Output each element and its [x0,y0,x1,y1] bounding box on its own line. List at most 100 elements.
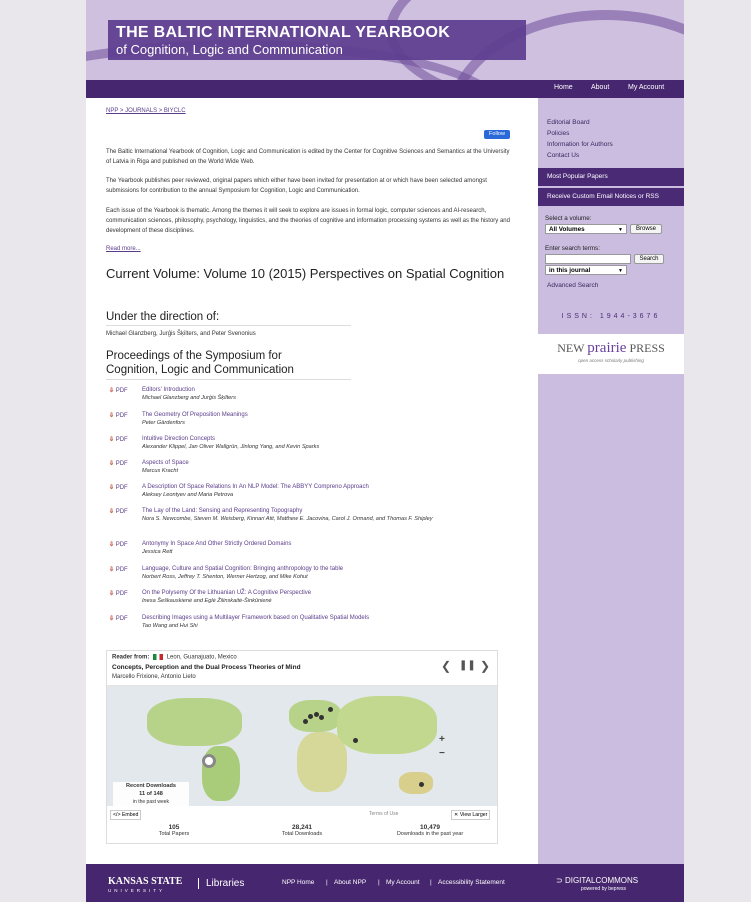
editors-list: Michael Glanzberg, Jurģis Šķilters, and … [106,331,256,337]
zoom-out-icon[interactable]: − [439,748,445,759]
current-download-title[interactable]: Concepts, Perception and the Dual Proces… [112,664,301,671]
intro-paragraph-1: The Baltic International Yearbook of Cog… [106,149,510,165]
paper-title-link[interactable]: Language, Culture and Spatial Cognition:… [142,566,343,572]
pdf-link[interactable]: ⇩ PDF [109,412,128,419]
widget-header: Reader from: Leon, Guanajuato, Mexico Co… [107,651,497,686]
north-america-landmass [147,698,242,746]
new-prairie-press-logo[interactable]: NEW prairie PRESS open access scholarly … [538,334,684,374]
sidebar-link-policies[interactable]: Policies [547,130,569,137]
intro-paragraph-3: Each issue of the Yearbook is thematic. … [106,208,510,234]
paper-title-link[interactable]: The Lay of the Land: Sensing and Represe… [142,508,302,514]
paper-title-link[interactable]: A Description Of Space Relations In An N… [142,484,369,490]
world-map[interactable]: + − Recent Downloads 11 of 148 in the pa… [107,686,497,806]
recent-downloads-sub: in the past week [132,799,170,805]
pdf-icon: ⇩ [109,413,115,419]
previous-icon[interactable]: ❮ [441,659,451,673]
paper-authors: Tao Wang and Hui Shi [142,623,198,629]
advanced-search-link[interactable]: Advanced Search [547,282,598,289]
pdf-label: PDF [115,388,128,394]
volume-select-value: All Volumes [549,226,585,233]
paper-title-link[interactable]: Aspects of Space [142,460,189,466]
paper-authors: Inesa Šeškauskienė and Eglė Žilinskaitė-… [142,598,272,604]
search-scope-select[interactable]: in this journal ▼ [545,265,627,275]
pdf-link[interactable]: ⇩ PDF [109,615,128,622]
reader-location: Leon, Guanajuato, Mexico [166,654,237,661]
npp-word-prairie: prairie [587,340,627,356]
footer-separator: | [430,879,432,886]
paper-authors: Marcus Kracht [142,468,179,474]
widget-footer: </> Embed Terms of Use ✕ View Larger 105… [107,808,497,843]
footer-link-accessibility[interactable]: Accessibility Statement [438,879,505,886]
paper-title-link[interactable]: Describing Images using a Multilayer Fra… [142,615,369,621]
search-button[interactable]: Search [634,254,664,264]
asia-landmass [337,696,437,754]
pdf-link[interactable]: ⇩ PDF [109,484,128,491]
nav-about[interactable]: About [591,84,609,91]
pdf-link[interactable]: ⇩ PDF [109,460,128,467]
paper-title-link[interactable]: On the Polysemy Of the Lithuanian UŽ: A … [142,590,311,596]
terms-of-use-link[interactable]: Terms of Use [369,811,398,817]
read-more-link[interactable]: Read more... [106,246,141,252]
digital-commons-logo[interactable]: ⊃ DIGITALCOMMONS [556,876,638,885]
npp-word-new: NEW [557,341,588,355]
stat-value: 28,241 [292,824,312,831]
next-icon[interactable]: ❯ [480,659,490,673]
most-popular-link[interactable]: Most Popular Papers [538,168,684,186]
pdf-label: PDF [115,567,128,573]
embed-button[interactable]: </> Embed [110,810,142,820]
footer-link-my-account[interactable]: My Account [386,879,420,886]
view-larger-button[interactable]: ✕ View Larger [451,810,491,820]
download-dot [308,714,313,719]
download-dot [419,782,424,787]
journal-banner[interactable]: THE BALTIC INTERNATIONAL YEARBOOK of Cog… [86,0,684,80]
footer-separator: | [378,879,380,886]
email-notices-link[interactable]: Receive Custom Email Notices or RSS [538,188,684,206]
libraries-link[interactable]: Libraries [198,878,244,889]
search-input[interactable] [545,254,631,264]
npp-tagline: open access scholarly publishing [578,358,644,363]
pdf-link[interactable]: ⇩ PDF [109,436,128,443]
follow-button[interactable]: Follow [484,130,510,139]
current-volume-heading: Current Volume: Volume 10 (2015) Perspec… [106,266,505,281]
sidebar: Editorial Board Policies Information for… [538,98,684,864]
recent-downloads-box: Recent Downloads 11 of 148 in the past w… [113,782,189,806]
paper-title-link[interactable]: Intuitive Direction Concepts [142,436,215,442]
paper-authors: Aleksey Leontyev and Maria Petrova [142,492,234,498]
footer-link-npp-home[interactable]: NPP Home [282,879,314,886]
paper-title-link[interactable]: Antonymy In Space And Other Strictly Ord… [142,541,291,547]
sidebar-link-authors[interactable]: Information for Authors [547,141,613,148]
pdf-link[interactable]: ⇩ PDF [109,566,128,573]
sidebar-link-contact[interactable]: Contact Us [547,152,579,159]
banner-title: THE BALTIC INTERNATIONAL YEARBOOK [116,24,451,41]
pdf-link[interactable]: ⇩ PDF [109,387,128,394]
pdf-icon: ⇩ [109,542,115,548]
pdf-icon: ⇩ [109,461,115,467]
paper-title-link[interactable]: Editors' Introduction [142,387,195,393]
pdf-icon: ⇩ [109,485,115,491]
npp-word-press: PRESS [626,341,665,355]
nav-my-account[interactable]: My Account [628,84,664,91]
pdf-link[interactable]: ⇩ PDF [109,541,128,548]
nav-home[interactable]: Home [554,84,573,91]
page: THE BALTIC INTERNATIONAL YEARBOOK of Cog… [86,0,684,902]
ksu-logo[interactable]: KANSAS STATE [108,876,182,887]
sidebar-link-editorial-board[interactable]: Editorial Board [547,119,590,126]
pdf-label: PDF [115,461,128,467]
breadcrumb[interactable]: NPP > JOURNALS > BIYCLC [106,108,186,114]
reader-from: Reader from: Leon, Guanajuato, Mexico [112,654,237,661]
download-dot [328,707,333,712]
paper-authors: Alexander Klippel, Jan Oliver Wallgrün, … [142,444,320,450]
zoom-in-icon[interactable]: + [439,734,445,745]
pdf-link[interactable]: ⇩ PDF [109,508,128,515]
pdf-link[interactable]: ⇩ PDF [109,590,128,597]
pdf-label: PDF [115,485,128,491]
pause-icon[interactable]: ❚❚ [459,660,476,671]
pdf-label: PDF [115,437,128,443]
paper-title-link[interactable]: The Geometry Of Preposition Meanings [142,412,248,418]
footer-link-about-npp[interactable]: About NPP [334,879,366,886]
digital-commons-wordmark: DIGITALCOMMONS [564,876,639,885]
stat-value: 10,479 [420,824,440,831]
browse-button[interactable]: Browse [630,224,662,234]
volume-select[interactable]: All Volumes ▼ [545,224,627,234]
intro-paragraph-2: The Yearbook publishes peer reviewed, or… [106,178,487,194]
